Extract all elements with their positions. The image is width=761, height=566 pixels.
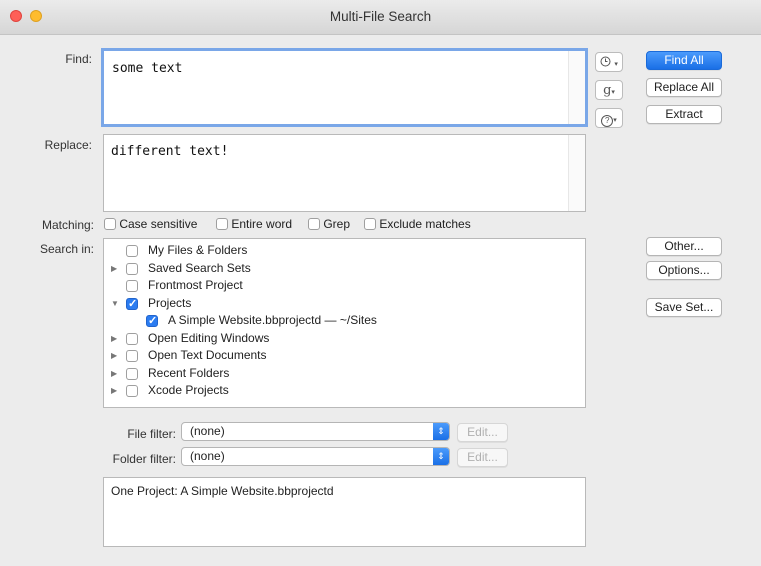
search-location-item[interactable]: ▶ Open Text Documents <box>104 347 585 364</box>
disclosure-expanded-icon[interactable]: ▼ <box>111 295 119 312</box>
clock-icon <box>600 55 614 69</box>
grep-pattern-menu-button[interactable]: g▾ <box>595 80 623 100</box>
search-location-item[interactable]: My Files & Folders <box>104 242 585 259</box>
item-label: My Files & Folders <box>148 243 248 257</box>
search-in-label: Search in: <box>39 242 94 256</box>
file-filter-label: File filter: <box>127 427 176 441</box>
chevron-down-icon: ▾ <box>613 117 617 124</box>
help-menu-button[interactable]: ? ▾ <box>595 108 623 128</box>
folder-filter-label: Folder filter: <box>112 452 176 466</box>
checkbox[interactable] <box>126 262 138 275</box>
chevron-down-icon: ▾ <box>614 61 618 68</box>
chevron-down-icon: ▾ <box>611 89 615 96</box>
item-label: Open Text Documents <box>148 348 267 362</box>
case-sensitive-option[interactable]: Case sensitive <box>104 217 197 231</box>
entire-word-option[interactable]: Entire word <box>216 217 292 231</box>
item-label: Frontmost Project <box>148 278 243 292</box>
item-label: Projects <box>148 295 192 310</box>
checkbox[interactable] <box>126 385 138 397</box>
replace-field[interactable]: different text! <box>103 134 586 212</box>
other-button[interactable]: Other... <box>646 237 722 256</box>
search-location-item[interactable]: ▶ Saved Search Sets <box>104 260 585 277</box>
item-label: Recent Folders <box>148 365 230 380</box>
replace-scrollbar[interactable] <box>568 135 585 211</box>
find-text: some text <box>112 61 183 76</box>
save-set-button[interactable]: Save Set... <box>646 298 722 317</box>
chevron-updown-icon: ⇕ <box>433 423 449 440</box>
matching-label: Matching: <box>41 218 94 232</box>
replace-all-button[interactable]: Replace All <box>646 78 722 97</box>
checkbox[interactable] <box>126 367 138 380</box>
checkbox[interactable] <box>126 332 138 345</box>
checkbox[interactable] <box>146 313 158 330</box>
file-filter-value: (none) <box>190 424 225 438</box>
find-label: Find: <box>65 52 92 66</box>
item-label: Open Editing Windows <box>148 330 270 345</box>
checkbox[interactable] <box>104 218 116 230</box>
checkbox[interactable] <box>216 218 228 230</box>
item-label: Xcode Projects <box>148 383 229 397</box>
summary-text: One Project: A Simple Website.bbprojectd <box>111 484 334 498</box>
help-icon: ? <box>601 115 614 127</box>
checkbox[interactable] <box>126 245 138 257</box>
history-menu-button[interactable]: ▾ <box>595 52 623 72</box>
extract-button[interactable]: Extract <box>646 105 722 124</box>
checkbox[interactable] <box>308 218 320 230</box>
option-label: Grep <box>323 217 351 231</box>
option-label: Exclude matches <box>379 217 471 231</box>
search-summary: One Project: A Simple Website.bbprojectd <box>103 477 586 547</box>
find-field[interactable]: some text <box>101 48 588 127</box>
options-button[interactable]: Options... <box>646 261 722 280</box>
disclosure-collapsed-icon[interactable]: ▶ <box>111 330 117 347</box>
search-location-item[interactable]: ▶ Recent Folders <box>104 365 585 382</box>
folder-filter-value: (none) <box>190 449 225 463</box>
title-bar: Multi-File Search <box>0 0 761 35</box>
disclosure-collapsed-icon[interactable]: ▶ <box>111 365 117 382</box>
option-label: Case sensitive <box>119 217 198 231</box>
disclosure-collapsed-icon[interactable]: ▶ <box>111 260 117 277</box>
disclosure-collapsed-icon[interactable]: ▶ <box>111 347 117 364</box>
search-location-item[interactable]: ▶ Xcode Projects <box>104 382 585 399</box>
search-location-item[interactable]: ▶ Open Editing Windows <box>104 330 585 347</box>
exclude-matches-option[interactable]: Exclude matches <box>364 217 471 231</box>
folder-filter-select[interactable]: (none) ⇕ <box>181 447 450 466</box>
chevron-updown-icon: ⇕ <box>433 448 449 465</box>
search-in-list[interactable]: My Files & Folders ▶ Saved Search Sets Fron… <box>103 238 586 408</box>
window-title: Multi-File Search <box>329 9 432 24</box>
disclosure-collapsed-icon[interactable]: ▶ <box>111 382 117 399</box>
checkbox[interactable] <box>126 280 138 292</box>
item-label: Saved Search Sets <box>148 260 251 275</box>
checkbox[interactable] <box>364 218 376 230</box>
search-location-item[interactable]: A Simple Website.bbprojectd — ~/Sites <box>104 312 585 330</box>
grep-option[interactable]: Grep <box>308 217 350 231</box>
checkbox[interactable] <box>126 350 138 362</box>
find-all-button[interactable]: Find All <box>646 51 722 70</box>
file-filter-select[interactable]: (none) ⇕ <box>181 422 450 441</box>
file-filter-edit-button[interactable]: Edit... <box>457 423 508 442</box>
checkbox[interactable] <box>126 296 138 313</box>
find-scrollbar[interactable] <box>568 51 585 124</box>
search-location-item[interactable]: Frontmost Project <box>104 277 585 294</box>
option-label: Entire word <box>231 217 293 231</box>
item-label: A Simple Website.bbprojectd — ~/Sites <box>168 313 377 327</box>
folder-filter-edit-button[interactable]: Edit... <box>457 448 508 467</box>
replace-label: Replace: <box>44 138 92 152</box>
search-location-item[interactable]: ▼ Projects <box>104 295 585 313</box>
replace-text: different text! <box>111 144 229 159</box>
